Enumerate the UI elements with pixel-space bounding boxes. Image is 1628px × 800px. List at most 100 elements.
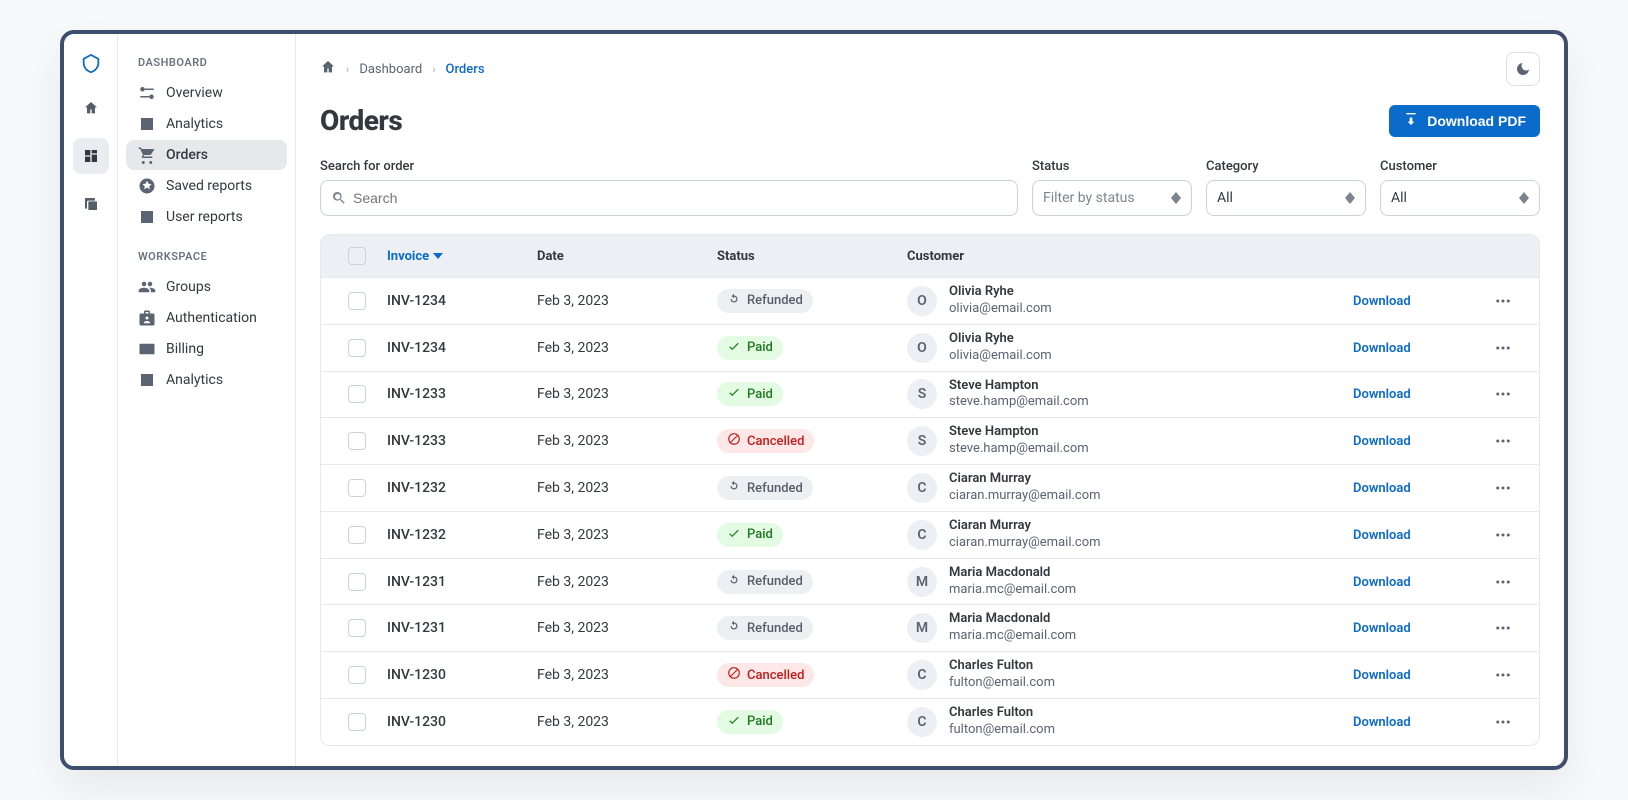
status-chip: Refunded [717, 570, 813, 594]
row-more-button[interactable] [1473, 292, 1533, 310]
row-download-link[interactable]: Download [1353, 434, 1411, 449]
column-header-customer[interactable]: Customer [907, 249, 1353, 264]
more-horiz-icon [1494, 713, 1512, 731]
customer-email: olivia@email.com [949, 301, 1052, 318]
table-row: INV-1234 Feb 3, 2023 Paid O Olivia Ryhe … [321, 324, 1539, 371]
download-pdf-button[interactable]: Download PDF [1389, 105, 1540, 137]
column-header-invoice[interactable]: Invoice [387, 249, 537, 264]
table-row: INV-1230 Feb 3, 2023 Cancelled C Charles… [321, 651, 1539, 698]
row-download-link[interactable]: Download [1353, 668, 1411, 683]
customer-filter-value: All [1391, 190, 1407, 206]
row-checkbox[interactable] [348, 385, 366, 403]
status-chip: Paid [717, 710, 783, 734]
row-checkbox[interactable] [348, 479, 366, 497]
status-filter-label: Status [1032, 159, 1192, 174]
row-more-button[interactable] [1473, 619, 1533, 637]
category-filter-value: All [1217, 190, 1233, 206]
row-more-button[interactable] [1473, 479, 1533, 497]
customer-email: olivia@email.com [949, 348, 1052, 365]
status-filter-value: Filter by status [1043, 190, 1135, 206]
mini-nav-dashboard[interactable] [73, 138, 109, 174]
row-more-button[interactable] [1473, 573, 1533, 591]
row-more-button[interactable] [1473, 526, 1533, 544]
breadcrumb-item-dashboard[interactable]: Dashboard [359, 62, 422, 77]
sidebar-item-label: Analytics [166, 372, 223, 388]
invoice-date: Feb 3, 2023 [537, 340, 717, 356]
sidebar-item-groups[interactable]: Groups [126, 272, 287, 302]
row-checkbox[interactable] [348, 432, 366, 450]
row-download-link[interactable]: Download [1353, 621, 1411, 636]
row-checkbox[interactable] [348, 292, 366, 310]
user-icon [138, 208, 156, 226]
row-download-link[interactable]: Download [1353, 387, 1411, 402]
more-horiz-icon [1494, 619, 1512, 637]
sidebar-item-analytics[interactable]: Analytics [126, 365, 287, 395]
row-more-button[interactable] [1473, 385, 1533, 403]
sidebar-item-label: Orders [166, 147, 208, 163]
select-all-checkbox[interactable] [348, 247, 366, 265]
customer-email: steve.hamp@email.com [949, 441, 1089, 458]
customer-name: Charles Fulton [949, 658, 1055, 675]
status-chip: Refunded [717, 616, 813, 640]
row-more-button[interactable] [1473, 713, 1533, 731]
cancelled-icon [727, 666, 741, 684]
customer-filter-select[interactable]: All [1380, 180, 1540, 216]
row-checkbox[interactable] [348, 339, 366, 357]
customer-name: Maria Macdonald [949, 565, 1076, 582]
paid-icon [727, 526, 741, 544]
mini-nav-home[interactable] [73, 90, 109, 126]
breadcrumb-separator-icon: › [346, 63, 349, 76]
row-checkbox[interactable] [348, 666, 366, 684]
row-download-link[interactable]: Download [1353, 294, 1411, 309]
refunded-icon [727, 619, 741, 637]
sidebar-item-authentication[interactable]: Authentication [126, 303, 287, 333]
cart-icon [138, 146, 156, 164]
sidebar-item-user-reports[interactable]: User reports [126, 202, 287, 232]
status-filter-select[interactable]: Filter by status [1032, 180, 1192, 216]
invoice-date: Feb 3, 2023 [537, 667, 717, 683]
row-more-button[interactable] [1473, 666, 1533, 684]
row-download-link[interactable]: Download [1353, 481, 1411, 496]
column-header-invoice-label: Invoice [387, 249, 429, 264]
invoice-id: INV-1231 [387, 574, 537, 590]
row-download-link[interactable]: Download [1353, 575, 1411, 590]
table-row: INV-1231 Feb 3, 2023 Refunded M Maria Ma… [321, 604, 1539, 651]
timeline-icon [138, 84, 156, 102]
sidebar-section-workspace: WORKSPACE [126, 242, 287, 271]
category-filter-label: Category [1206, 159, 1366, 174]
theme-toggle-button[interactable] [1506, 52, 1540, 86]
customer-email: ciaran.murray@email.com [949, 488, 1101, 505]
row-checkbox[interactable] [348, 713, 366, 731]
row-checkbox[interactable] [348, 573, 366, 591]
avatar: O [907, 333, 937, 363]
search-input-container[interactable] [320, 180, 1018, 216]
row-checkbox[interactable] [348, 526, 366, 544]
sidebar-item-overview[interactable]: Overview [126, 78, 287, 108]
sidebar-item-saved-reports[interactable]: Saved reports [126, 171, 287, 201]
paid-icon [727, 339, 741, 357]
sidebar-item-analytics[interactable]: Analytics [126, 109, 287, 139]
row-download-link[interactable]: Download [1353, 341, 1411, 356]
row-checkbox[interactable] [348, 619, 366, 637]
row-download-link[interactable]: Download [1353, 528, 1411, 543]
paid-icon [727, 713, 741, 731]
column-header-date[interactable]: Date [537, 249, 717, 264]
sidebar-item-billing[interactable]: Billing [126, 334, 287, 364]
row-download-link[interactable]: Download [1353, 715, 1411, 730]
search-input[interactable] [353, 190, 1007, 206]
invoice-date: Feb 3, 2023 [537, 574, 717, 590]
refunded-icon [727, 292, 741, 310]
row-more-button[interactable] [1473, 432, 1533, 450]
invoice-id: INV-1233 [387, 386, 537, 402]
column-header-status[interactable]: Status [717, 249, 907, 264]
status-label: Refunded [747, 481, 803, 496]
sidebar-item-orders[interactable]: Orders [126, 140, 287, 170]
avatar: S [907, 379, 937, 409]
mini-nav-layers[interactable] [73, 186, 109, 222]
status-label: Paid [747, 527, 773, 542]
unfold-icon [1345, 192, 1355, 204]
home-icon[interactable] [320, 59, 336, 79]
row-more-button[interactable] [1473, 339, 1533, 357]
invoice-id: INV-1232 [387, 527, 537, 543]
category-filter-select[interactable]: All [1206, 180, 1366, 216]
